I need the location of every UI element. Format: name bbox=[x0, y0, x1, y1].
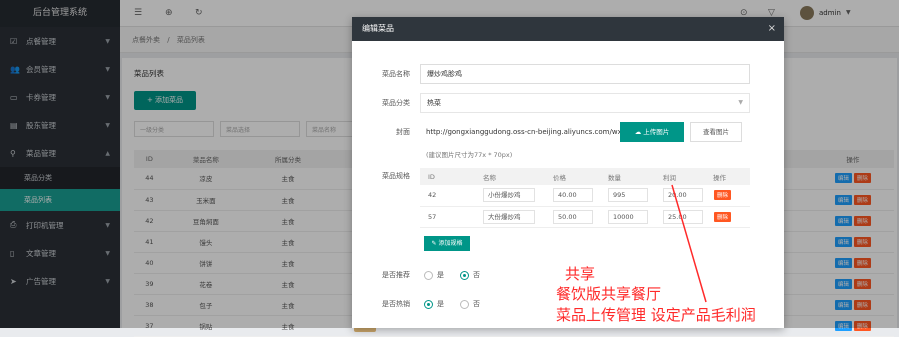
watermark-line1: 共享 bbox=[565, 265, 596, 283]
watermark-line3: 菜品上传管理 设定产品毛利润 bbox=[556, 306, 756, 324]
watermark-line2: 餐饮版共享餐厅 bbox=[556, 285, 662, 303]
annotation-arrow bbox=[671, 184, 707, 303]
